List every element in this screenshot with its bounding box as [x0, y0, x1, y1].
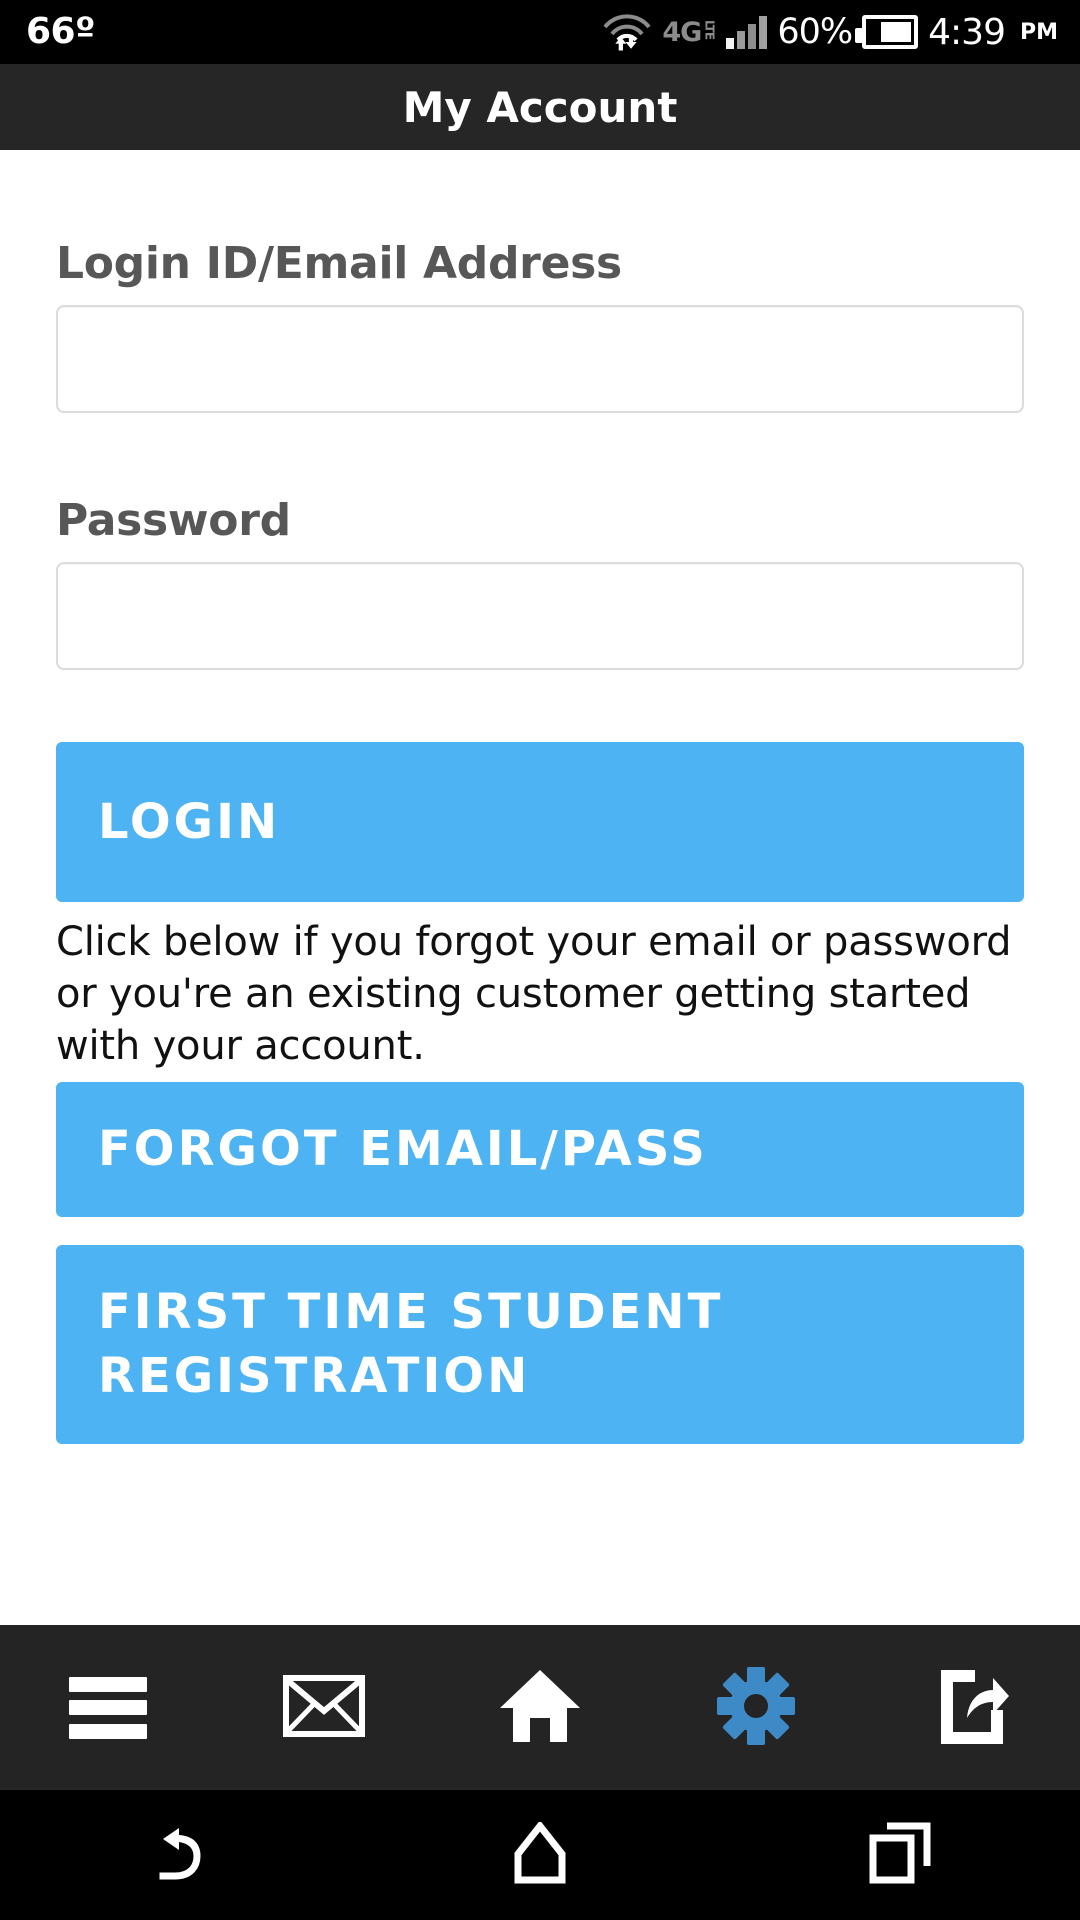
home-icon [497, 1668, 583, 1748]
nav-home-button[interactable] [360, 1820, 720, 1888]
page-title: My Account [402, 82, 678, 132]
password-field-group: Password [0, 495, 1080, 670]
main-content: Login ID/Email Address Password LOGIN Cl… [0, 150, 1080, 1625]
hamburger-menu-icon [69, 1676, 147, 1739]
gear-icon [716, 1666, 796, 1750]
status-bar: 66º 4G LTE 60% 4:39 PM [0, 0, 1080, 64]
login-id-label: Login ID/Email Address [56, 238, 622, 289]
app-bottom-toolbar [0, 1625, 1080, 1790]
toolbar-item-share[interactable] [864, 1625, 1080, 1790]
phone-screen: 66º 4G LTE 60% 4:39 PM My Account Login … [0, 0, 1080, 1920]
signal-bars-icon [726, 15, 768, 49]
battery-icon [855, 15, 919, 49]
network-type-indicator: 4G LTE [662, 16, 717, 48]
toolbar-item-home[interactable] [432, 1625, 648, 1790]
login-id-field-group: Login ID/Email Address [0, 238, 1080, 413]
clock-time: 4:39 [928, 11, 1006, 53]
password-label: Password [56, 495, 291, 546]
status-bar-left: 66º [26, 14, 95, 50]
recent-apps-icon [869, 1822, 931, 1888]
clock-meridiem: PM [1019, 19, 1058, 45]
envelope-icon [283, 1674, 365, 1741]
nav-back-button[interactable] [0, 1822, 360, 1888]
nav-recents-button[interactable] [720, 1822, 1080, 1888]
home-pentagon-icon [514, 1820, 566, 1888]
toolbar-item-mail[interactable] [216, 1625, 432, 1790]
temperature-indicator: 66º [26, 11, 95, 52]
helper-text: Click below if you forgot your email or … [56, 919, 1012, 1069]
status-bar-right: 4G LTE 60% 4:39 PM [602, 10, 1058, 54]
login-button[interactable]: LOGIN [56, 742, 1024, 902]
battery-percent-label: 60% [777, 12, 853, 52]
toolbar-item-settings[interactable] [648, 1625, 864, 1790]
android-navigation-bar [0, 1790, 1080, 1920]
forgot-email-pass-button[interactable]: FORGOT EMAIL/PASS [56, 1082, 1024, 1218]
login-id-input[interactable] [56, 305, 1024, 413]
toolbar-item-menu[interactable] [0, 1625, 216, 1790]
back-arrow-icon [149, 1822, 211, 1888]
wifi-icon [602, 10, 652, 54]
share-icon [935, 1666, 1009, 1750]
app-title-bar: My Account [0, 64, 1080, 150]
first-time-student-registration-button[interactable]: FIRST TIME STUDENT REGISTRATION [56, 1245, 1024, 1445]
password-input[interactable] [56, 562, 1024, 670]
